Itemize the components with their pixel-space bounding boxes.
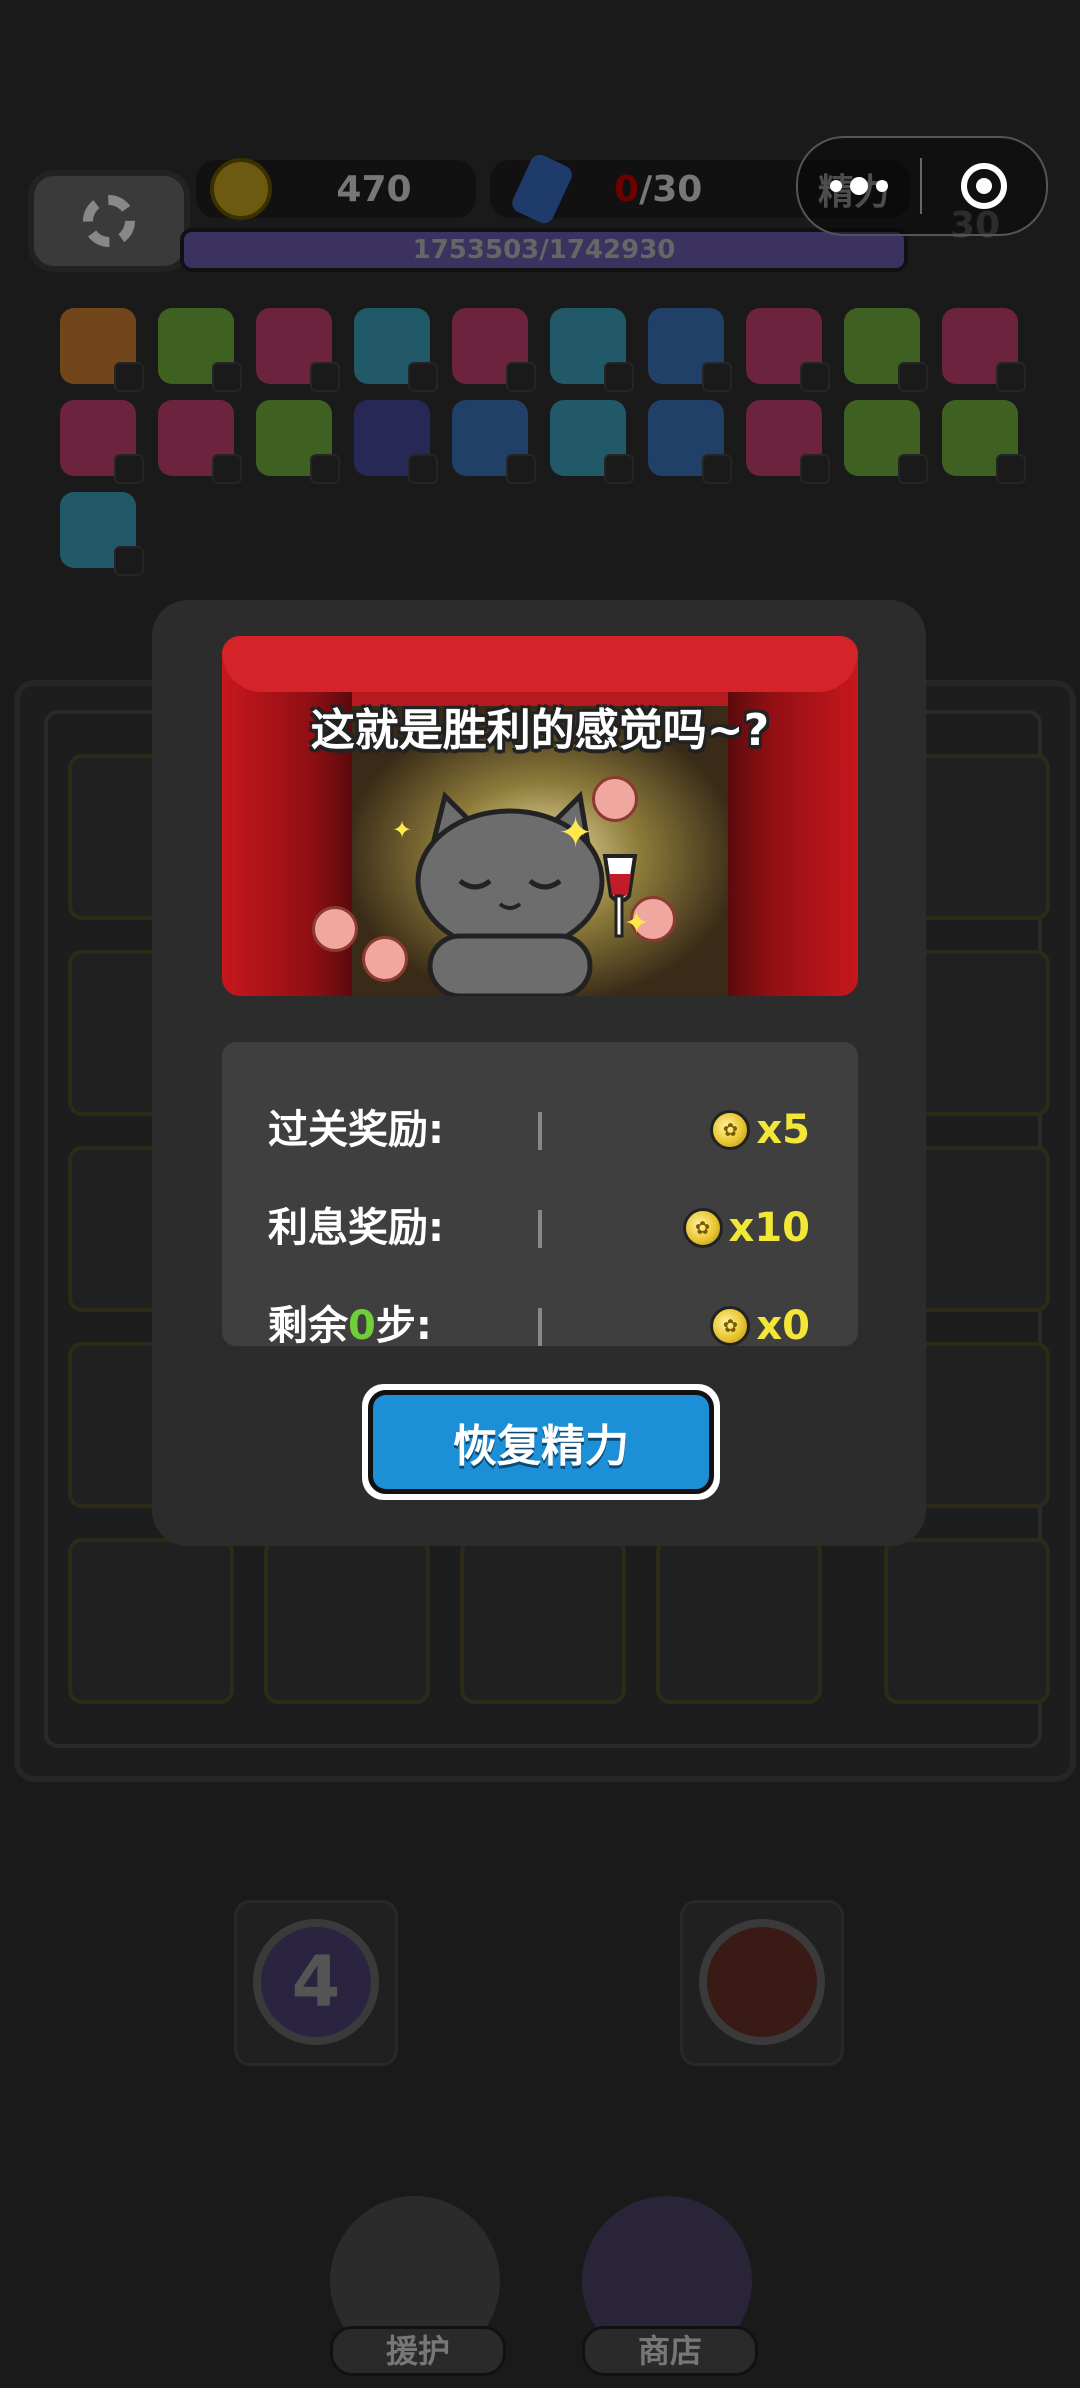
restore-energy-label: 恢复精力 <box>368 1390 714 1494</box>
sparkle-icon: ✦ <box>558 808 594 857</box>
sparkle-icon: ✦ <box>392 816 413 844</box>
settings-button[interactable] <box>28 170 190 272</box>
buff-item[interactable] <box>354 308 438 392</box>
row-divider <box>538 1210 542 1248</box>
buff-item[interactable] <box>550 308 634 392</box>
buff-item[interactable] <box>158 400 242 484</box>
paw-coin-icon: ✿ <box>710 1110 751 1150</box>
row-divider <box>538 1112 542 1150</box>
victory-banner: ✦ ✦ ✦ 这就是胜利的感觉吗~? <box>222 636 858 996</box>
board-cell[interactable] <box>884 1538 1050 1704</box>
paw-coin-icon: ✿ <box>682 1208 723 1248</box>
board-cell[interactable] <box>68 1538 234 1704</box>
buff-item[interactable] <box>158 308 242 392</box>
xp-text: 1753503/1742930 <box>412 235 676 265</box>
buff-item[interactable] <box>550 400 634 484</box>
reward-amount: ✿ x10 <box>682 1188 810 1268</box>
buff-item[interactable] <box>942 400 1026 484</box>
buff-item[interactable] <box>844 308 928 392</box>
buff-item[interactable] <box>354 400 438 484</box>
shop-button[interactable]: 商店 <box>582 2196 758 2376</box>
buff-item[interactable] <box>452 400 536 484</box>
flower-decoration <box>312 906 358 952</box>
restore-energy-button[interactable]: 恢复精力 <box>362 1384 720 1500</box>
coin-icon <box>210 158 272 220</box>
target-close-icon[interactable] <box>922 163 1046 209</box>
reward-row-steps: 剩余0步: ✿ x0 <box>222 1286 858 1366</box>
board-cell[interactable] <box>460 1538 626 1704</box>
buff-item[interactable] <box>60 400 144 484</box>
assist-label: 援护 <box>330 2326 506 2376</box>
board-cell[interactable] <box>264 1538 430 1704</box>
firecracker-icon <box>699 1919 825 2045</box>
buff-item[interactable] <box>746 400 830 484</box>
gear-icon <box>83 195 135 247</box>
buff-item[interactable] <box>256 308 340 392</box>
miniprogram-capsule <box>796 136 1048 236</box>
shop-label: 商店 <box>582 2326 758 2376</box>
coin-counter: 470 <box>196 158 476 220</box>
sparkle-icon: ✦ <box>624 906 650 941</box>
flower-decoration <box>592 776 638 822</box>
dice-tool-card[interactable]: 4 <box>234 1900 398 2066</box>
assist-button[interactable]: 援护 <box>330 2196 506 2376</box>
buff-item[interactable] <box>942 308 1026 392</box>
firecracker-tool-card[interactable] <box>680 1900 844 2066</box>
buff-item[interactable] <box>648 308 732 392</box>
curtain-valance <box>222 636 858 692</box>
reward-label: 过关奖励: <box>268 1107 444 1153</box>
energy-can-icon <box>508 151 576 227</box>
reward-amount-text: x0 <box>756 1303 810 1349</box>
buff-item[interactable] <box>60 308 144 392</box>
buff-item[interactable] <box>256 400 340 484</box>
reward-label: 利息奖励: <box>268 1205 444 1251</box>
buff-item[interactable] <box>746 308 830 392</box>
reward-row-interest: 利息奖励: ✿ x10 <box>222 1188 858 1268</box>
energy-value: 0/30 <box>614 168 703 210</box>
row-divider <box>538 1308 542 1346</box>
dialog-title: 这就是胜利的感觉吗~? <box>310 705 770 756</box>
xp-progress-bar: 1753503/1742930 <box>180 228 908 272</box>
buff-item[interactable] <box>60 492 144 576</box>
buff-item[interactable] <box>648 400 732 484</box>
paw-coin-icon: ✿ <box>710 1306 751 1346</box>
buff-item[interactable] <box>452 308 536 392</box>
reward-amount-text: x5 <box>756 1107 810 1153</box>
reward-amount: ✿ x0 <box>710 1286 810 1366</box>
coin-count: 470 <box>336 168 412 210</box>
dice-count: 4 <box>253 1919 379 2045</box>
reward-label: 剩余0步: <box>268 1303 432 1349</box>
flower-decoration <box>362 936 408 982</box>
reward-amount-text: x10 <box>728 1205 810 1251</box>
reward-panel: 过关奖励: ✿ x5 利息奖励: ✿ x10 剩余0步: ✿ x0 <box>222 1042 858 1349</box>
more-dots-icon[interactable] <box>798 138 920 234</box>
board-cell[interactable] <box>656 1538 822 1704</box>
reward-amount: ✿ x5 <box>710 1090 810 1170</box>
reward-row-clear: 过关奖励: ✿ x5 <box>222 1090 858 1170</box>
buff-item[interactable] <box>844 400 928 484</box>
